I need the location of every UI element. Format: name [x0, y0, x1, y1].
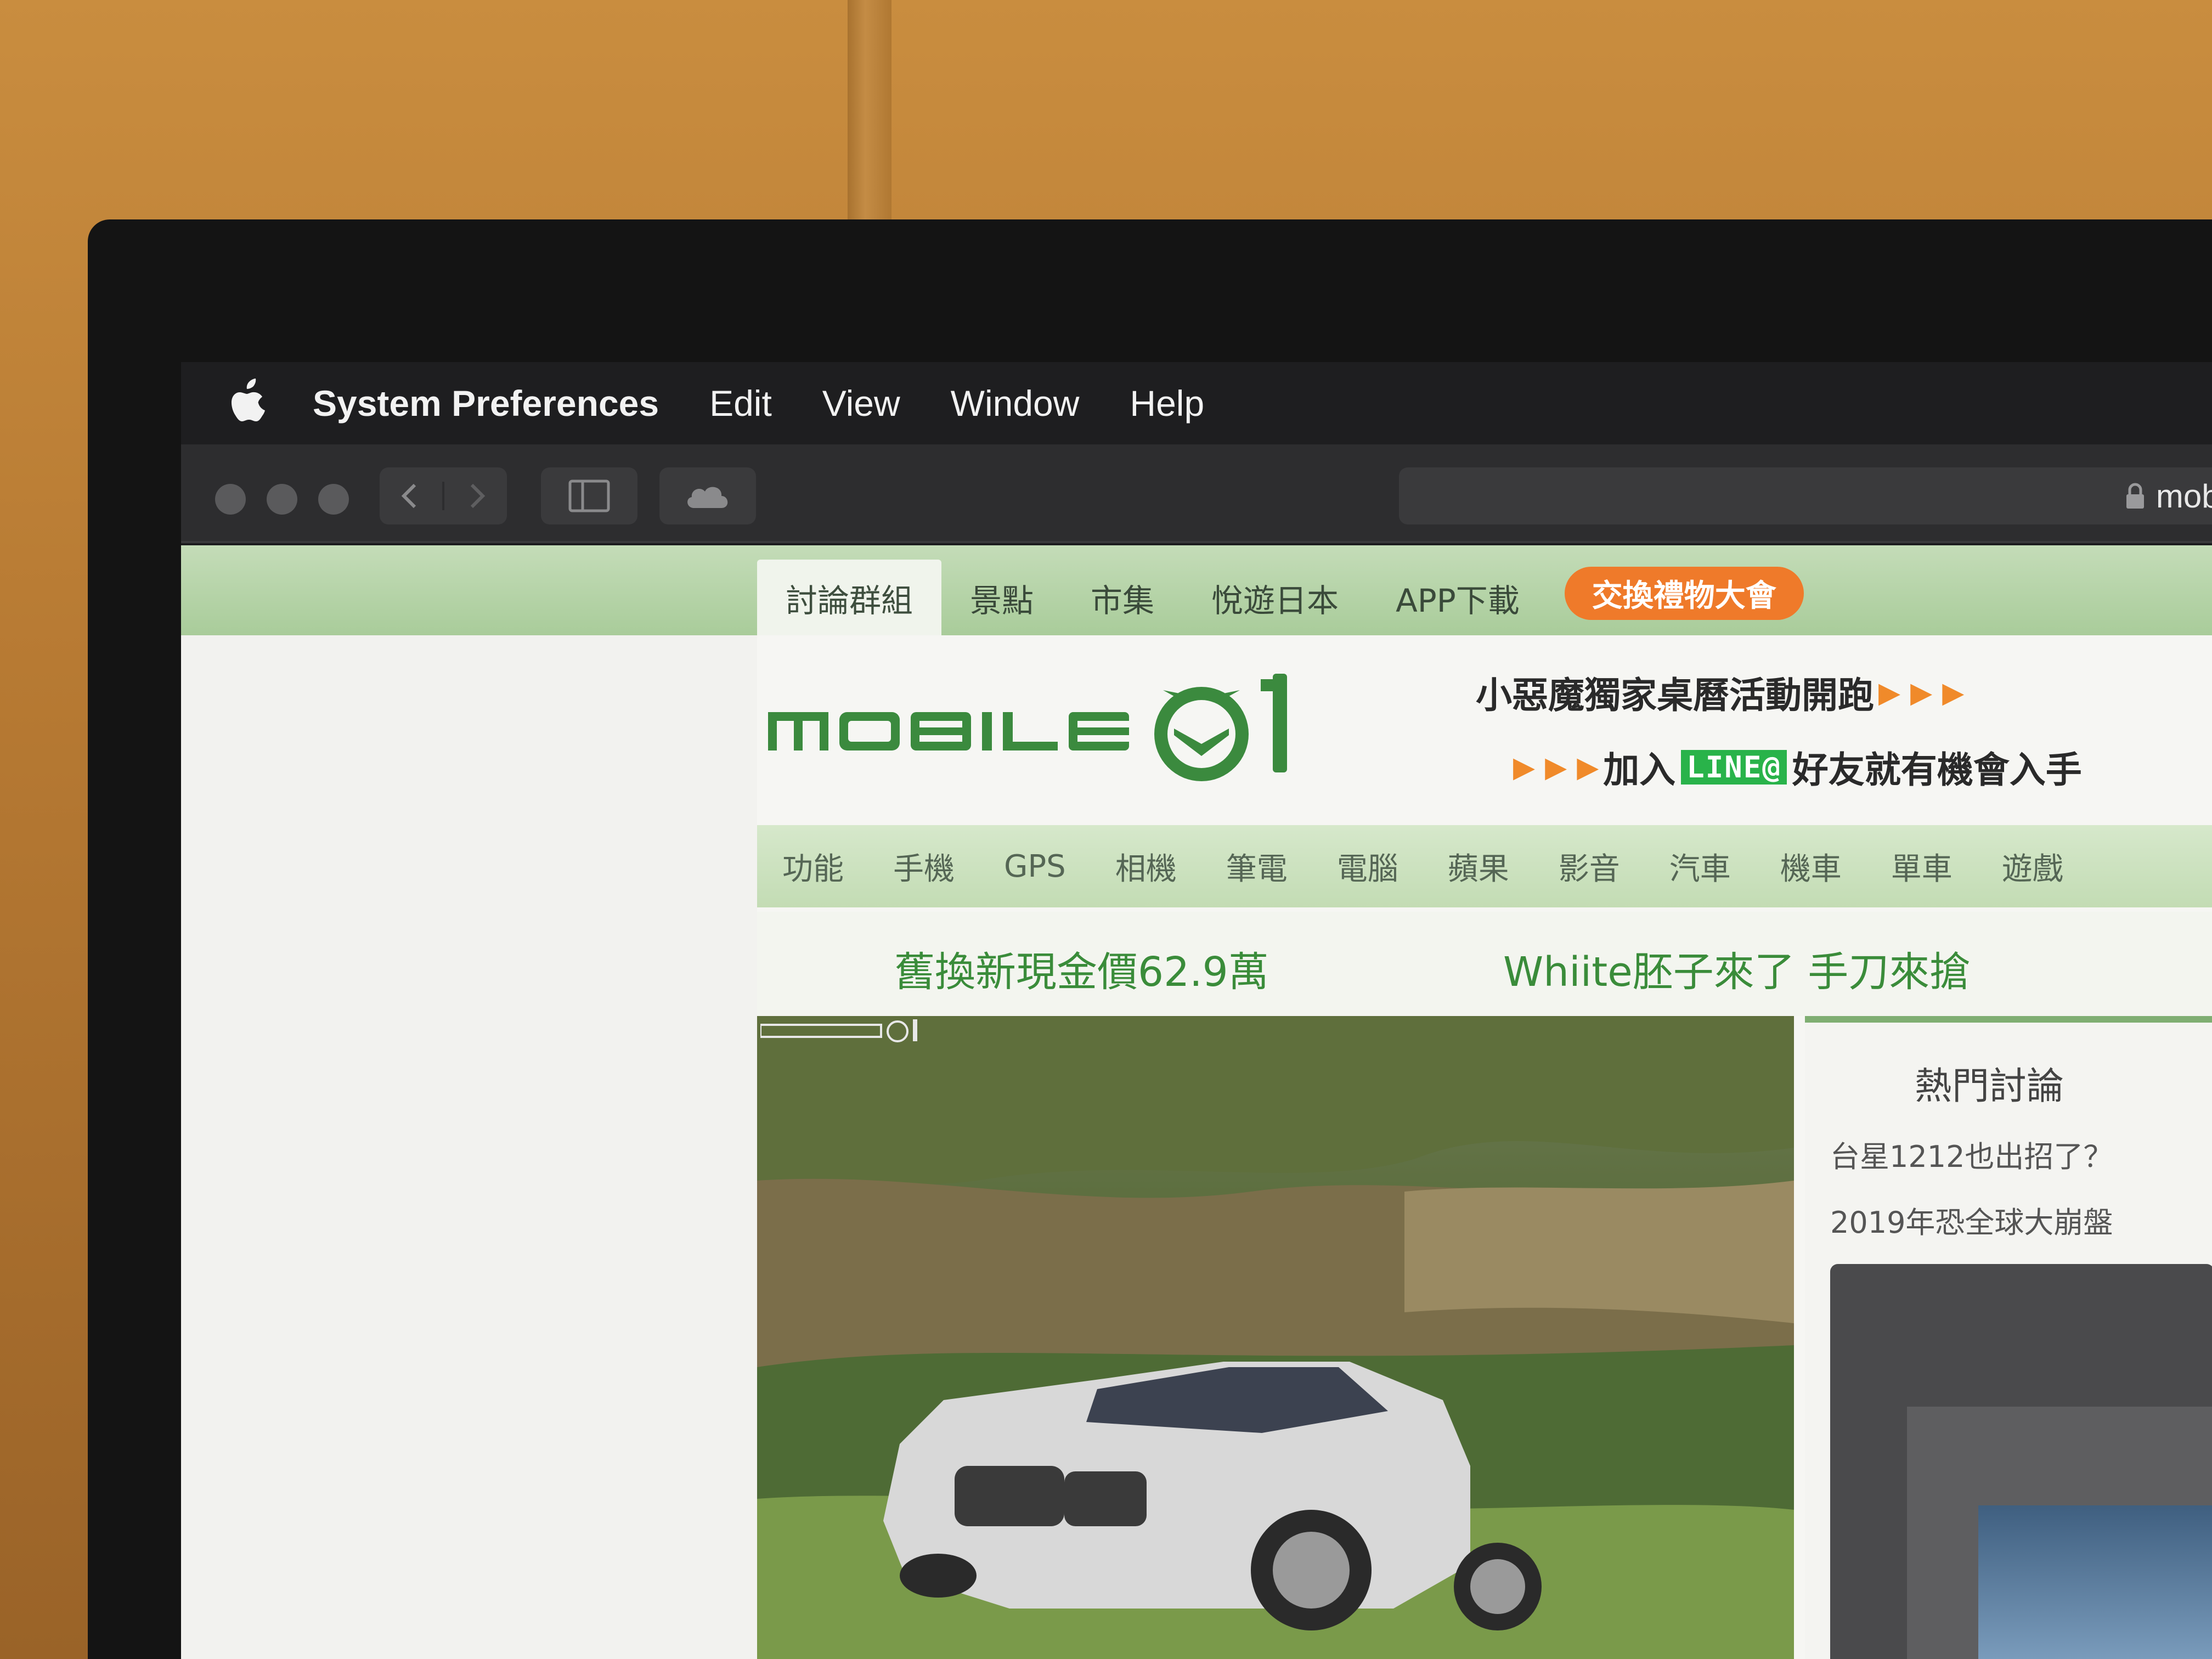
category-cameras[interactable]: 相機	[1115, 844, 1177, 889]
category-features[interactable]: 功能	[782, 844, 844, 889]
address-text: mobile0	[2155, 477, 2212, 515]
menu-view[interactable]: View	[822, 382, 900, 424]
address-bar[interactable]: mobile0	[1399, 467, 2212, 524]
tab-forum[interactable]: 討論群組	[757, 560, 942, 635]
apple-icon[interactable]	[230, 379, 269, 428]
menu-edit[interactable]: Edit	[709, 382, 772, 424]
headline-row: 舊換新現金價62.9萬 Whiite胚子來了 手刀來搶	[757, 912, 2212, 1016]
browser-toolbar: mobile0	[181, 444, 2212, 543]
sidebar-toggle-button[interactable]	[541, 467, 637, 524]
headline-left-link[interactable]: 舊換新現金價62.9萬	[894, 939, 1269, 998]
ad-line-2-text-a: 加入	[1603, 748, 1676, 791]
ad-line-1-text: 小惡魔獨家桌曆活動開跑	[1476, 674, 1874, 716]
screen: System Preferences Edit View Window Help	[181, 362, 2212, 1659]
category-av[interactable]: 影音	[1559, 844, 1620, 889]
suv-photo-illustration	[757, 1016, 1794, 1659]
tab-spots[interactable]: 景點	[941, 575, 1062, 635]
category-computers[interactable]: 電腦	[1337, 844, 1398, 889]
featured-photo[interactable]	[757, 1016, 1794, 1659]
category-phones[interactable]: 手機	[893, 844, 955, 889]
category-nav: 功能 手機 GPS 相機 筆電 電腦 蘋果 影音 汽車 機車 單車 遊戲	[757, 825, 2212, 907]
tab-market[interactable]: 市集	[1062, 575, 1183, 635]
category-cars[interactable]: 汽車	[1669, 844, 1731, 889]
photo-watermark-logo	[760, 1019, 917, 1042]
menu-help[interactable]: Help	[1130, 382, 1204, 424]
hot-discussion-item-2[interactable]: 2019年恐全球大崩盤	[1830, 1198, 2113, 1242]
web-page: 討論群組 景點 市集 悅遊日本 APP下載 交換禮物大會 小惡魔獨家桌曆活動開跑…	[181, 545, 2212, 1659]
close-window-button[interactable]	[215, 484, 246, 515]
ad-line-1: 小惡魔獨家桌曆活動開跑 ▶ ▶ ▶	[1476, 666, 2212, 719]
hot-discussions-title: 熱門討論	[1915, 1065, 2064, 1108]
category-laptops[interactable]: 筆電	[1226, 844, 1288, 889]
arrow-icon: ▶ ▶ ▶	[1878, 675, 1965, 709]
chevron-left-right-icon[interactable]	[383, 479, 504, 512]
menu-app-name[interactable]: System Preferences	[313, 382, 659, 424]
promo-gift-exchange[interactable]: 交換禮物大會	[1564, 567, 1804, 620]
headline-right-link[interactable]: Whiite胚子來了 手刀來搶	[1503, 939, 1970, 998]
arrow-icon: ▶ ▶ ▶	[1513, 750, 1599, 784]
line-badge: LINE@	[1681, 749, 1787, 785]
lock-icon	[2126, 483, 2144, 509]
sidebar-icon	[568, 479, 610, 512]
minimize-window-button[interactable]	[267, 484, 297, 515]
menu-bar: System Preferences Edit View Window Help	[181, 362, 2212, 444]
mobile01-logo[interactable]	[768, 674, 1361, 805]
category-games[interactable]: 遊戲	[2002, 844, 2063, 889]
hot-discussions-panel: 熱門討論 台星1212也出招了？ 2019年恐全球大崩盤	[1805, 1016, 2212, 1659]
ad-line-2: ▶ ▶ ▶ 加入 LINE@ 好友就有機會入手	[1476, 741, 2212, 793]
icloud-tabs-button[interactable]	[659, 467, 756, 524]
wall-divider	[848, 0, 891, 230]
back-forward-group	[380, 467, 507, 524]
tab-app-download[interactable]: APP下載	[1367, 575, 1548, 635]
sidebar-image[interactable]	[1830, 1264, 2212, 1659]
hot-discussion-item-1[interactable]: 台星1212也出招了？	[1830, 1132, 2113, 1176]
category-bicycles[interactable]: 單車	[1891, 844, 1953, 889]
sidebar-image-screen	[1978, 1505, 2212, 1659]
zoom-window-button[interactable]	[318, 484, 349, 515]
category-apple[interactable]: 蘋果	[1448, 844, 1509, 889]
header-ad[interactable]: 小惡魔獨家桌曆活動開跑 ▶ ▶ ▶ ▶ ▶ ▶ 加入 LINE@ 好友就有機會入…	[1476, 666, 2212, 793]
cloud-icon	[687, 487, 728, 508]
category-motorcycles[interactable]: 機車	[1780, 844, 1842, 889]
menu-window[interactable]: Window	[951, 382, 1080, 424]
ad-line-2-text-b: 好友就有機會入手	[1792, 748, 2082, 791]
page-left-margin	[181, 545, 757, 1659]
tab-japan[interactable]: 悅遊日本	[1183, 575, 1367, 635]
top-nav: 討論群組 景點 市集 悅遊日本 APP下載 交換禮物大會	[757, 560, 1804, 635]
category-gps[interactable]: GPS	[1004, 849, 1066, 884]
